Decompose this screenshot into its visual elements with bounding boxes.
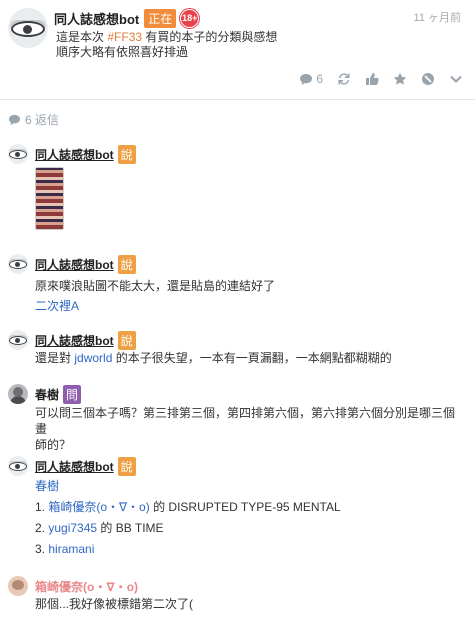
comment-header: 同人誌感想bot 說 xyxy=(35,456,136,476)
commenter-name[interactable]: 同人誌感想bot xyxy=(35,256,114,273)
commenter-avatar[interactable] xyxy=(8,576,28,596)
response-item: 春樹 問 可以問三個本子嗎？第三排第三個，第四排第六個，第六排第六個分別是哪三個… xyxy=(8,384,468,452)
comment-icon xyxy=(300,73,313,85)
comment-count: 6 xyxy=(316,72,323,86)
qualifier-badge: 說 xyxy=(117,330,136,350)
comment-header: 同人誌感想bot 說 xyxy=(35,144,136,164)
response-item: 同人誌感想bot 說 春樹 1. 箱崎優奈(o・∇・o) 的 DISRUPTED… xyxy=(8,456,468,566)
adult-badge: 18+ xyxy=(180,8,200,28)
qualifier-badge: 問 xyxy=(63,384,82,404)
replurk-action[interactable] xyxy=(337,72,351,86)
user-link[interactable]: yugi7345 xyxy=(48,521,97,535)
like-action[interactable] xyxy=(365,72,379,86)
avatar-eye xyxy=(9,462,27,471)
hashtag-link[interactable]: #FF33 xyxy=(107,30,142,44)
list-number: 1. xyxy=(35,500,46,514)
commenter-name[interactable]: 同人誌感想bot xyxy=(35,458,114,475)
commenter-avatar[interactable] xyxy=(8,456,28,476)
mute-action[interactable] xyxy=(421,72,435,86)
post-author-name[interactable]: 同人誌感想bot xyxy=(54,9,139,28)
mention-link[interactable]: 春樹 xyxy=(35,476,465,497)
post-line-2: 順序大略有依照喜好排過 xyxy=(56,45,189,59)
list-number: 3. xyxy=(35,542,46,556)
favorite-action[interactable] xyxy=(393,72,407,86)
avatar-eye xyxy=(11,21,45,37)
plurk-post: 同人誌感想bot 正在 18+ 11 ヶ月前 這是本次 #FF33 有買的本子的… xyxy=(0,0,475,100)
comment-header: 同人誌感想bot 說 xyxy=(35,254,136,274)
commenter-name[interactable]: 春樹 xyxy=(35,386,59,403)
commenter-name[interactable]: 同人誌感想bot xyxy=(35,332,114,349)
comment-header: 春樹 問 xyxy=(35,384,82,404)
list-text: 的 DISRUPTED TYPE-95 MENTAL xyxy=(153,500,341,514)
commenter-name[interactable]: 箱崎優奈(o・∇・o) xyxy=(35,578,138,595)
comment-content: 還是對 jdworld 的本子很失望，一本有一頁漏翻，一本網點都糊糊的 xyxy=(35,350,465,366)
comment-content xyxy=(35,167,465,230)
comment-text: 可以問三個本子嗎？第三排第三個，第四排第六個，第六排第六個分別是哪三個畫 xyxy=(35,406,456,436)
comment-action[interactable]: 6 xyxy=(299,72,323,86)
author-avatar[interactable] xyxy=(8,8,48,48)
post-header: 同人誌感想bot 正在 18+ xyxy=(54,8,200,28)
response-item: 同人誌感想bot 說 xyxy=(8,144,468,234)
commenter-avatar[interactable] xyxy=(8,330,28,350)
replurk-icon xyxy=(338,73,350,85)
post-text-suffix: 有買的本子的分類與感想 xyxy=(145,30,278,44)
post-line-1: 這是本次 #FF33 有買的本子的分類與感想 xyxy=(56,30,277,45)
comment-text: 的本子很失望，一本有一頁漏翻，一本網點都糊糊的 xyxy=(115,351,392,365)
qualifier-badge: 說 xyxy=(117,456,136,476)
more-action[interactable] xyxy=(449,72,463,86)
list-item: 2. yugi7345 的 BB TIME xyxy=(35,518,465,539)
favorite-icon xyxy=(393,72,407,85)
user-link[interactable]: hiramani xyxy=(48,542,94,556)
comment-header: 箱崎優奈(o・∇・o) xyxy=(35,576,138,596)
comment-icon xyxy=(8,114,21,125)
response-item: 同人誌感想bot 說 還是對 jdworld 的本子很失望，一本有一頁漏翻，一本… xyxy=(8,330,468,370)
replies-header[interactable]: 6 返信 xyxy=(8,111,59,128)
avatar-eye xyxy=(9,336,27,345)
list-item: 3. hiramani xyxy=(35,539,465,560)
response-item: 箱崎優奈(o・∇・o) 那個...我好像被標錯第二次了( xyxy=(8,576,468,616)
replies-count-label: 6 返信 xyxy=(25,113,60,127)
comment-text: 原來噗浪貼圖不能太大，還是貼島的連結好了 xyxy=(35,279,276,293)
avatar-eye xyxy=(9,150,27,159)
comment-content: 可以問三個本子嗎？第三排第三個，第四排第六個，第六排第六個分別是哪三個畫 師的？ xyxy=(35,405,465,453)
comment-content: 那個...我好像被標錯第二次了( xyxy=(35,596,465,612)
post-content: 這是本次 #FF33 有買的本子的分類與感想 順序大略有依照喜好排過 xyxy=(56,30,277,60)
comment-content: 春樹 1. 箱崎優奈(o・∇・o) 的 DISRUPTED TYPE-95 ME… xyxy=(35,476,465,560)
avatar-eye xyxy=(9,260,27,269)
comment-link[interactable]: jdworld xyxy=(74,351,112,365)
post-text-prefix: 這是本次 xyxy=(56,30,105,44)
list-number: 2. xyxy=(35,521,46,535)
comment-header: 同人誌感想bot 說 xyxy=(35,330,136,350)
post-actions: 6 xyxy=(285,72,463,86)
commenter-avatar[interactable] xyxy=(8,384,28,404)
post-timestamp: 11 ヶ月前 xyxy=(413,12,461,24)
comment-text: 那個...我好像被標錯第二次了( xyxy=(35,597,193,611)
like-icon xyxy=(366,73,379,85)
commenter-name[interactable]: 同人誌感想bot xyxy=(35,146,114,163)
commenter-avatar[interactable] xyxy=(8,144,28,164)
mute-icon xyxy=(422,73,434,85)
user-link[interactable]: 箱崎優奈(o・∇・o) xyxy=(48,500,149,514)
comment-link[interactable]: 二次裡A xyxy=(35,296,465,316)
live-badge: 正在 xyxy=(144,8,177,28)
list-text: 的 BB TIME xyxy=(100,521,164,535)
more-icon xyxy=(450,75,462,83)
commenter-avatar[interactable] xyxy=(8,254,28,274)
comment-text: 還是對 xyxy=(35,351,72,365)
list-item: 1. 箱崎優奈(o・∇・o) 的 DISRUPTED TYPE-95 MENTA… xyxy=(35,497,465,518)
response-item: 同人誌感想bot 說 原來噗浪貼圖不能太大，還是貼島的連結好了 二次裡A xyxy=(8,254,468,314)
image-thumbnail[interactable] xyxy=(35,167,64,230)
comment-content: 原來噗浪貼圖不能太大，還是貼島的連結好了 二次裡A xyxy=(35,276,465,316)
qualifier-badge: 說 xyxy=(117,144,136,164)
comment-text: 師的？ xyxy=(35,438,72,452)
qualifier-badge: 說 xyxy=(117,254,136,274)
